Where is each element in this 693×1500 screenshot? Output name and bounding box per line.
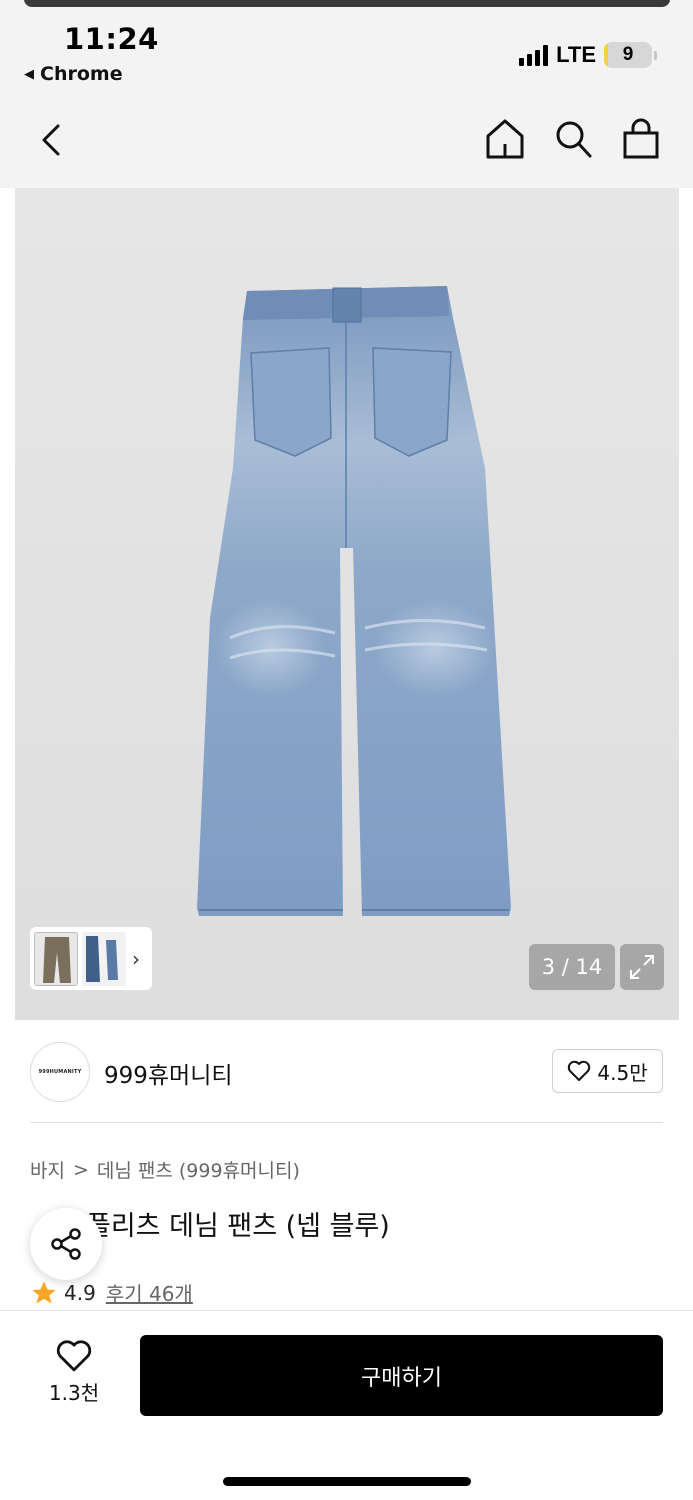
- breadcrumb: 바지 > 데님 팬츠 (999휴머니티): [30, 1156, 300, 1183]
- buy-button[interactable]: 구매하기: [140, 1335, 663, 1416]
- back-to-app-link[interactable]: ◀ Chrome: [24, 63, 123, 85]
- expand-button[interactable]: [620, 944, 664, 990]
- bottom-action-bar: 1.3천 구매하기: [0, 1310, 693, 1500]
- back-button[interactable]: [36, 120, 72, 160]
- search-icon: [556, 121, 592, 158]
- notch-bar: [24, 0, 670, 7]
- image-counter: 3 / 14: [529, 944, 615, 990]
- heart-icon: [568, 1060, 591, 1081]
- status-indicators: LTE 9: [519, 42, 657, 68]
- home-indicator: [223, 1477, 471, 1486]
- rating-row: 4.9 후기 46개: [30, 1278, 193, 1307]
- home-button[interactable]: [485, 118, 525, 160]
- back-chevron-icon: [42, 124, 60, 156]
- cart-button[interactable]: [621, 118, 661, 160]
- share-button[interactable]: [30, 1208, 102, 1280]
- reviews-link[interactable]: 후기 46개: [106, 1278, 193, 1307]
- product-photo-jeans: [197, 286, 511, 916]
- home-icon: [486, 119, 524, 159]
- thumbnail-strip[interactable]: ›: [30, 927, 152, 990]
- thumbnail-1[interactable]: [34, 931, 78, 986]
- wishlist-button[interactable]: 1.3천: [40, 1339, 108, 1406]
- shopping-bag-icon: [623, 118, 659, 159]
- rating-score: 4.9: [64, 1280, 96, 1305]
- thumbnail-jeans-blue: [82, 931, 126, 986]
- network-label: LTE: [556, 42, 596, 67]
- share-icon: [51, 1228, 81, 1260]
- battery-level: 9: [622, 44, 634, 65]
- brand-row: 999HUMANITY 999휴머니티 4.5만: [30, 1040, 663, 1104]
- breadcrumb-category[interactable]: 바지: [30, 1156, 65, 1183]
- brand-logo-text: 999HUMANITY: [38, 1069, 82, 1075]
- product-image-gallery[interactable]: › 3 / 14: [15, 188, 679, 1020]
- chevron-right-icon[interactable]: ›: [132, 947, 140, 971]
- back-triangle-icon: ◀: [24, 66, 34, 82]
- expand-icon: [630, 955, 654, 979]
- battery-tip: [654, 50, 657, 60]
- nav-actions: [485, 118, 661, 160]
- breadcrumb-subcategory[interactable]: 데님 팬츠 (999휴머니티): [97, 1156, 300, 1183]
- brand-logo[interactable]: 999HUMANITY: [30, 1042, 90, 1102]
- brand-like-button[interactable]: 4.5만: [552, 1049, 663, 1093]
- brand-like-count: 4.5만: [597, 1060, 648, 1085]
- star-icon: [32, 1280, 56, 1303]
- status-time: 11:24: [64, 22, 159, 56]
- back-app-label: Chrome: [40, 63, 123, 85]
- wishlist-count: 1.3천: [48, 1381, 100, 1405]
- brand-name-link[interactable]: 999휴머니티: [104, 1056, 233, 1090]
- breadcrumb-separator: >: [72, 1158, 89, 1181]
- heart-icon: [56, 1340, 92, 1372]
- thumbnail-2[interactable]: [82, 931, 126, 986]
- search-button[interactable]: [553, 118, 593, 160]
- product-title-text: 플리츠 데님 팬츠 (넵 블루): [86, 1211, 390, 1242]
- divider: [30, 1122, 663, 1123]
- thumbnail-jeans-brown: [35, 932, 77, 985]
- battery-icon: 9: [604, 42, 652, 68]
- signal-icon: [519, 44, 549, 66]
